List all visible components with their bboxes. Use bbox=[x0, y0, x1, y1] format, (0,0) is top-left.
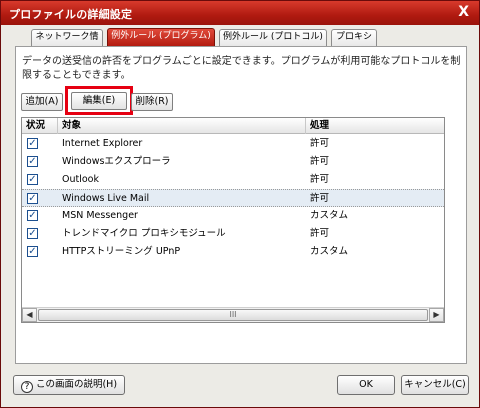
add-button[interactable]: 追加(A) bbox=[21, 93, 63, 111]
row-action: カスタム bbox=[310, 210, 349, 221]
row-action: 許可 bbox=[310, 138, 330, 149]
column-header-status[interactable]: 状況 bbox=[22, 118, 58, 134]
delete-button[interactable]: 削除(R) bbox=[131, 93, 173, 111]
edit-button-highlight bbox=[65, 86, 133, 115]
tab-proxy[interactable]: プロキシ bbox=[331, 29, 377, 46]
tab-program-rules[interactable]: 例外ルール (プログラム) bbox=[107, 28, 215, 46]
row-action: 許可 bbox=[310, 228, 330, 239]
column-header-target[interactable]: 対象 bbox=[58, 118, 306, 134]
row-target: Internet Explorer bbox=[62, 138, 143, 149]
row-target: HTTPストリーミング UPnP bbox=[62, 246, 181, 257]
row-checkbox[interactable]: ✓ bbox=[27, 174, 38, 185]
row-checkbox[interactable]: ✓ bbox=[27, 246, 38, 257]
row-action: カスタム bbox=[310, 246, 349, 257]
scroll-right-icon[interactable]: ▶ bbox=[429, 308, 444, 322]
scrollbar-thumb[interactable]: III bbox=[38, 309, 428, 321]
row-target: Windowsエクスプローラ bbox=[62, 156, 171, 167]
row-target: Outlook bbox=[62, 174, 99, 185]
table-row[interactable]: ✓ トレンドマイクロ プロキシモジュール 許可 bbox=[22, 225, 444, 243]
table-row[interactable]: ✓ Windowsエクスプローラ 許可 bbox=[22, 153, 444, 171]
horizontal-scrollbar[interactable]: ◀ III ▶ bbox=[22, 307, 444, 322]
row-target: トレンドマイクロ プロキシモジュール bbox=[62, 228, 226, 239]
table-row-selected[interactable]: ✓ Windows Live Mail 許可 bbox=[22, 189, 444, 207]
list-header: 状況 対象 処理 bbox=[22, 118, 444, 134]
row-checkbox[interactable]: ✓ bbox=[27, 228, 38, 239]
table-row[interactable]: ✓ Internet Explorer 許可 bbox=[22, 135, 444, 153]
row-target: MSN Messenger bbox=[62, 210, 138, 221]
row-checkbox[interactable]: ✓ bbox=[27, 210, 38, 221]
cancel-button[interactable]: キャンセル(C) bbox=[401, 375, 469, 395]
row-action: 許可 bbox=[310, 193, 330, 204]
ok-button[interactable]: OK bbox=[337, 375, 395, 395]
help-button[interactable]: ? この画面の説明(H) bbox=[13, 375, 125, 395]
scroll-left-icon[interactable]: ◀ bbox=[22, 308, 37, 322]
close-icon[interactable]: X bbox=[458, 4, 469, 20]
row-action: 許可 bbox=[310, 174, 330, 185]
row-checkbox[interactable]: ✓ bbox=[27, 193, 38, 204]
tab-network-info[interactable]: ネットワーク情報 bbox=[31, 29, 103, 57]
tab-protocol-rules[interactable]: 例外ルール (プロトコル) bbox=[219, 29, 327, 46]
table-row[interactable]: ✓ MSN Messenger カスタム bbox=[22, 207, 444, 225]
help-icon: ? bbox=[20, 381, 33, 393]
program-rules-list[interactable]: 状況 対象 処理 ✓ Internet Explorer 許可 ✓ Window… bbox=[21, 117, 445, 323]
title-bar[interactable]: プロファイルの詳細設定 X bbox=[1, 1, 479, 25]
window-title: プロファイルの詳細設定 bbox=[9, 8, 133, 21]
row-target: Windows Live Mail bbox=[62, 193, 150, 204]
dialog-window: プロファイルの詳細設定 X ネットワーク情報 例外ルール (プログラム) 例外ル… bbox=[0, 0, 480, 408]
row-action: 許可 bbox=[310, 156, 330, 167]
description-text: データの送受信の許否をプログラムごとに設定できます。プログラムが利用可能なプロト… bbox=[22, 56, 461, 81]
row-checkbox[interactable]: ✓ bbox=[27, 138, 38, 149]
column-header-action[interactable]: 処理 bbox=[306, 118, 444, 134]
table-row[interactable]: ✓ HTTPストリーミング UPnP カスタム bbox=[22, 243, 444, 261]
help-button-label: この画面の説明(H) bbox=[35, 379, 118, 390]
table-row[interactable]: ✓ Outlook 許可 bbox=[22, 171, 444, 189]
row-checkbox[interactable]: ✓ bbox=[27, 156, 38, 167]
